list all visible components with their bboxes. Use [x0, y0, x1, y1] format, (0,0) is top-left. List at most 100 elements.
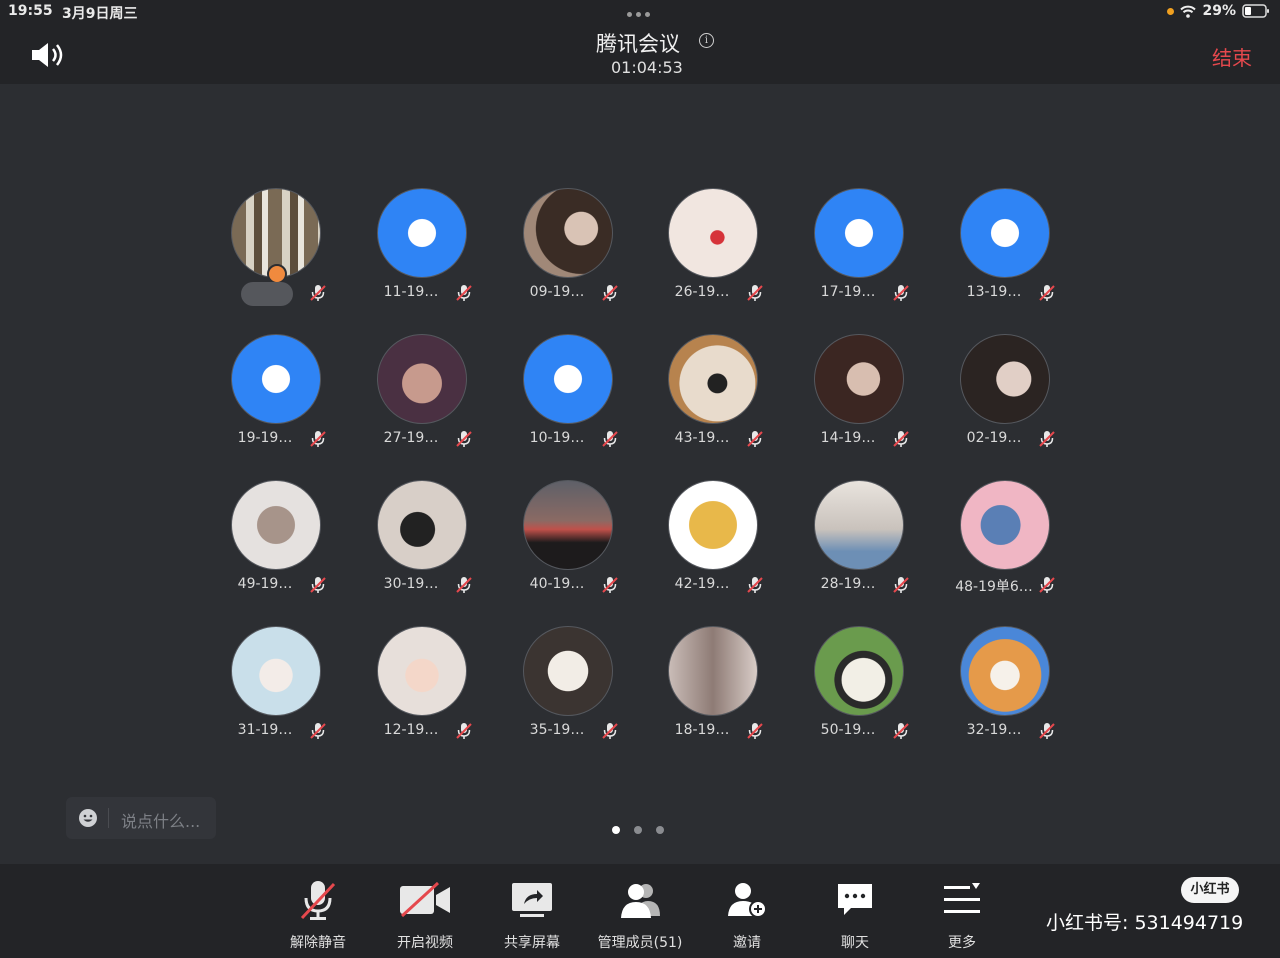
participant-avatar [523, 188, 613, 278]
participant-name: 11-19… [383, 284, 439, 300]
participant-tile[interactable]: 17-19… [804, 188, 914, 328]
invite-label: 邀请 [733, 935, 761, 951]
participant-avatar [814, 626, 904, 716]
more-button[interactable]: 更多 [907, 878, 1017, 952]
battery-icon [1242, 4, 1269, 18]
chat-button[interactable]: 聊天 [800, 878, 910, 952]
mic-muted-icon [892, 284, 910, 306]
participant-avatar [231, 626, 321, 716]
participant-avatar [668, 188, 758, 278]
page-dot[interactable] [656, 826, 664, 834]
mic-muted-icon [309, 284, 327, 306]
mic-muted-icon [1038, 576, 1056, 598]
participant-tile[interactable]: 42-19… [658, 480, 768, 620]
participant-tile[interactable]: 27-19… [367, 334, 477, 474]
participant-tile[interactable]: 10-19… [513, 334, 623, 474]
participant-name: 17-19… [820, 284, 876, 300]
participant-avatar [377, 334, 467, 424]
end-meeting-button[interactable]: 结束 [1212, 42, 1252, 71]
participant-name: 28-19… [820, 576, 876, 592]
share-screen-button[interactable]: 共享屏幕 [477, 878, 587, 952]
mic-muted-icon [601, 722, 619, 744]
participant-tile[interactable]: 50-19… [804, 626, 914, 766]
page-indicator[interactable] [612, 826, 664, 834]
participant-name: 35-19… [529, 722, 585, 738]
participant-avatar [960, 626, 1050, 716]
mic-muted-icon [455, 284, 473, 306]
mic-muted-icon [1038, 722, 1056, 744]
participant-name: 42-19… [674, 576, 730, 592]
xiaohongshu-logo: 小红书 [1181, 877, 1239, 903]
orange-dot-icon [1167, 7, 1175, 15]
participant-avatar [814, 188, 904, 278]
participant-avatar [523, 626, 613, 716]
participant-name: 32-19… [966, 722, 1022, 738]
participant-name: 09-19… [529, 284, 585, 300]
participant-tile[interactable]: 32-19… [950, 626, 1060, 766]
participant-tile[interactable]: 19-19… [221, 334, 331, 474]
mic-muted-icon [601, 284, 619, 306]
participant-avatar [668, 626, 758, 716]
participant-tile[interactable]: 26-19… [658, 188, 768, 328]
mic-muted-icon [1038, 284, 1056, 306]
participant-name: 19-19… [237, 430, 293, 446]
mic-muted-icon [746, 576, 764, 598]
speaker-icon[interactable] [30, 40, 66, 70]
participant-tile[interactable]: 31-19… [221, 626, 331, 766]
participant-tile[interactable]: 11-19… [367, 188, 477, 328]
participant-tile[interactable]: 18-19… [658, 626, 768, 766]
chat-placeholder: 说点什么... [121, 812, 201, 831]
participant-avatar [377, 480, 467, 570]
mic-muted-icon [455, 430, 473, 452]
mic-muted-icon [309, 722, 327, 744]
manage-members-button[interactable]: 管理成员(51) [585, 878, 695, 952]
participant-name: 27-19… [383, 430, 439, 446]
participant-tile[interactable]: 48-19单6… [950, 480, 1060, 620]
participant-tile[interactable]: 28-19… [804, 480, 914, 620]
page-dot[interactable] [612, 826, 620, 834]
participant-tile[interactable]: 12-19… [367, 626, 477, 766]
mic-muted-icon [746, 430, 764, 452]
participant-tile[interactable]: 30-19… [367, 480, 477, 620]
participant-avatar [814, 334, 904, 424]
participant-avatar [231, 334, 321, 424]
meeting-title: 腾讯会议 [596, 32, 680, 56]
participant-avatar [960, 480, 1050, 570]
participant-tile[interactable]: 43-19… [658, 334, 768, 474]
multitask-dots-icon[interactable] [627, 12, 650, 17]
emoji-icon[interactable] [78, 808, 98, 828]
start-video-button[interactable]: 开启视频 [370, 878, 480, 952]
participant-avatar [668, 334, 758, 424]
more-menu-icon [944, 883, 980, 913]
top-bar: 19:55 3月9日周三 29% 腾讯会议 i 01:04:53 结束 [0, 0, 1280, 84]
mic-muted-icon [455, 576, 473, 598]
participant-tile[interactable]: 35-19… [513, 626, 623, 766]
participant-avatar [814, 480, 904, 570]
participant-tile[interactable]: 13-19… [950, 188, 1060, 328]
participant-tile[interactable] [221, 188, 331, 328]
mic-muted-icon [309, 576, 327, 598]
status-right: 29% [1167, 3, 1270, 19]
participant-tile[interactable]: 14-19… [804, 334, 914, 474]
mic-muted-icon [892, 722, 910, 744]
info-icon[interactable]: i [699, 33, 714, 48]
participant-avatar [377, 626, 467, 716]
participant-name: 48-19单6… [955, 579, 1033, 595]
members-icon [621, 884, 660, 918]
page-dot[interactable] [634, 826, 642, 834]
participant-tile[interactable]: 49-19… [221, 480, 331, 620]
invite-button[interactable]: 邀请 [692, 878, 802, 952]
host-badge-icon [267, 264, 287, 284]
participant-tile[interactable]: 09-19… [513, 188, 623, 328]
participant-avatar [377, 188, 467, 278]
participant-tile[interactable]: 40-19… [513, 480, 623, 620]
mic-muted-icon [455, 722, 473, 744]
participant-avatar [523, 334, 613, 424]
participant-avatar [960, 334, 1050, 424]
start-video-label: 开启视频 [397, 935, 453, 951]
participant-tile[interactable]: 02-19… [950, 334, 1060, 474]
participant-avatar [231, 480, 321, 570]
mic-muted-icon [746, 284, 764, 306]
unmute-label: 解除静音 [290, 935, 346, 951]
unmute-button[interactable]: 解除静音 [263, 878, 373, 952]
